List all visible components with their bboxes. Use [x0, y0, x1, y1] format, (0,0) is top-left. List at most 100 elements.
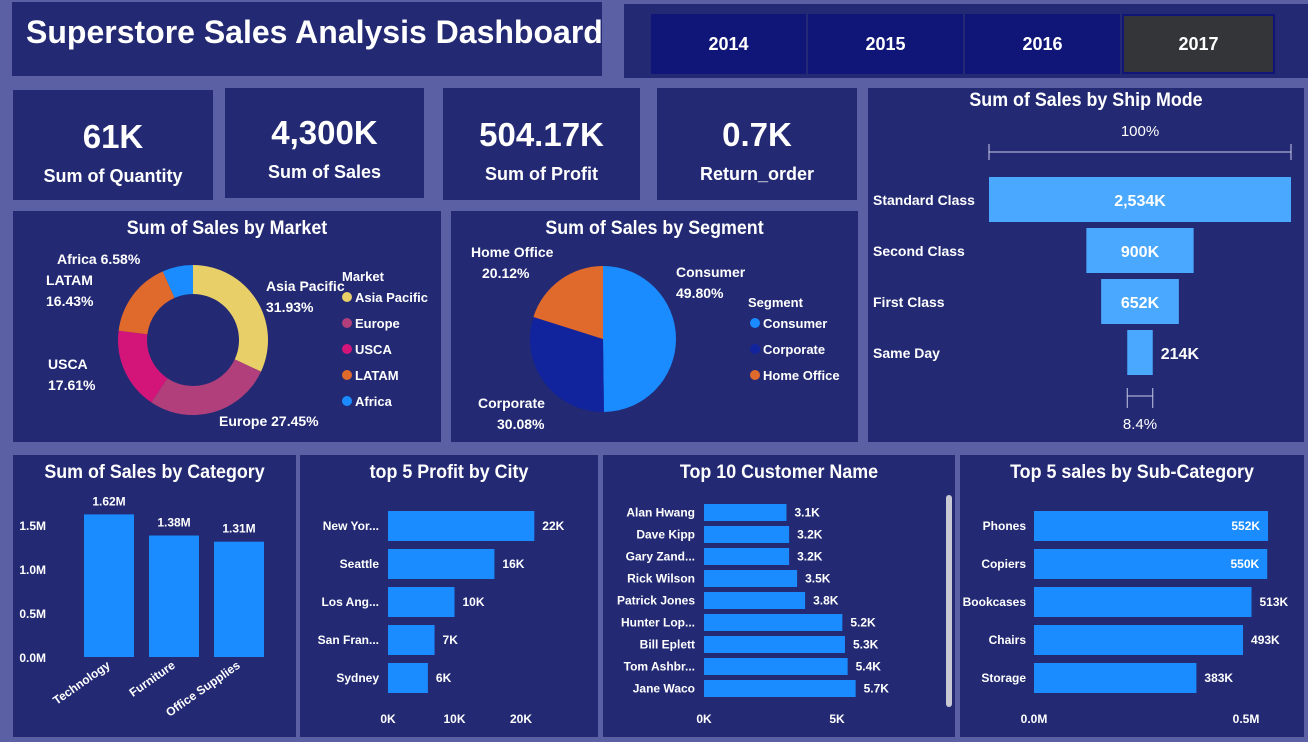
- x-tick-label: 10K: [443, 712, 465, 726]
- x-tick-label: 0.0M: [1021, 712, 1048, 726]
- year-button-2015[interactable]: 2015: [808, 14, 963, 74]
- legend-item: Asia Pacific: [355, 290, 428, 305]
- data-label: 49.80%: [676, 285, 724, 301]
- y-tick-label: 0.5M: [19, 607, 46, 621]
- value-label: 3.8K: [813, 594, 839, 608]
- data-label: Africa 6.58%: [57, 251, 141, 267]
- category-label: Storage: [981, 671, 1026, 685]
- x-tick-label: 0.5M: [1233, 712, 1260, 726]
- value-label: 5.4K: [856, 660, 882, 674]
- legend-swatch: [750, 370, 760, 380]
- category-label: Rick Wilson: [627, 572, 695, 586]
- value-label: 900K: [1121, 244, 1160, 261]
- legend-item: Africa: [355, 394, 393, 409]
- bar-7: [704, 636, 845, 653]
- legend-item: Home Office: [763, 368, 840, 383]
- data-label: 20.12%: [482, 265, 530, 281]
- value-label: 550K: [1231, 557, 1260, 571]
- customer-chart-panel: Top 10 Customer Name Alan Hwang 3.1K Dave …: [603, 455, 955, 737]
- kpi-value: 0.7K: [722, 116, 792, 153]
- value-label: 1.38M: [157, 516, 190, 530]
- value-label: 10K: [463, 595, 485, 609]
- bar-furniture: [149, 535, 199, 657]
- category-label: Los Ang...: [321, 595, 379, 609]
- value-label: 383K: [1204, 671, 1233, 685]
- y-tick-label: 1.5M: [19, 519, 46, 533]
- data-label: 30.08%: [497, 416, 545, 432]
- category-label: Bill Eplett: [640, 638, 695, 652]
- data-label: 16.43%: [46, 293, 94, 309]
- slice-latam: [118, 271, 175, 335]
- category-label: Bookcases: [963, 595, 1027, 609]
- legend-title: Segment: [748, 295, 804, 310]
- category-label: Alan Hwang: [626, 506, 695, 520]
- category-label: First Class: [873, 294, 945, 310]
- category-label: Chairs: [989, 633, 1027, 647]
- year-slicer: 2014 2015 2016 2017: [624, 4, 1308, 78]
- kpi-returns-card: 0.7K Return_order: [657, 88, 857, 200]
- value-label: 2,534K: [1114, 193, 1166, 210]
- data-label: 17.61%: [48, 377, 96, 393]
- legend-swatch: [342, 318, 352, 328]
- bar-1: [704, 504, 787, 521]
- legend-item: Consumer: [763, 316, 827, 331]
- value-label: 5.3K: [853, 638, 879, 652]
- kpi-value: 504.17K: [479, 116, 604, 153]
- bar-4: [704, 570, 798, 587]
- bar-office-supplies: [214, 541, 264, 657]
- shipmode-funnel-chart: 100% Standard Class 2,534K Second Class 900K…: [873, 123, 1292, 433]
- bar-6: [704, 614, 843, 631]
- category-label: Copiers: [981, 557, 1026, 571]
- value-label: 1.31M: [222, 522, 255, 536]
- subcategory-chart-panel: Top 5 sales by Sub-Category Phones 552K Co…: [960, 455, 1304, 737]
- segment-chart-panel: Sum of Sales by Segment Consumer 49.80% Co…: [451, 211, 858, 442]
- bar-3: [704, 548, 790, 565]
- legend-swatch: [342, 292, 352, 302]
- value-label: 3.2K: [797, 528, 823, 542]
- category-label: San Fran...: [318, 633, 379, 647]
- city-chart-panel: top 5 Profit by City New Yor... 22K Seattl…: [300, 455, 598, 737]
- value-label: 16K: [502, 557, 524, 571]
- bar-5: [388, 663, 428, 693]
- bar-1: [388, 511, 535, 541]
- category-label: Standard Class: [873, 192, 975, 208]
- y-tick-label: 0.0M: [19, 651, 46, 665]
- year-button-2017[interactable]: 2017: [1122, 14, 1275, 74]
- legend-swatch: [750, 318, 760, 328]
- legend-swatch: [750, 344, 760, 354]
- category-label: Patrick Jones: [617, 594, 695, 608]
- data-label: Home Office: [471, 244, 554, 260]
- bar-4: [1034, 625, 1244, 655]
- category-label: Gary Zand...: [626, 550, 695, 564]
- category-label: Same Day: [873, 345, 940, 361]
- kpi-value: 61K: [82, 118, 144, 155]
- kpi-label: Sum of Sales: [267, 162, 382, 182]
- value-label: 3.1K: [794, 506, 820, 520]
- category-label: Tom Ashbr...: [624, 660, 695, 674]
- category-label: Jane Waco: [633, 682, 695, 696]
- market-donut-chart: Asia Pacific 31.93% Europe 27.45% USCA 17.61…: [46, 251, 428, 429]
- data-label: Europe 27.45%: [219, 413, 319, 429]
- year-button-2014[interactable]: 2014: [651, 14, 806, 74]
- value-label: 652K: [1121, 295, 1160, 312]
- subcategory-bar-chart: Phones 552K Copiers 550K Bookcases 513K Chairs…: [963, 511, 1289, 726]
- year-button-2016[interactable]: 2016: [965, 14, 1120, 74]
- data-label: 31.93%: [266, 299, 314, 315]
- kpi-quantity-card: 61K Sum of Quantity: [13, 90, 213, 200]
- shipmode-chart-panel: Sum of Sales by Ship Mode 100% Standard C…: [868, 88, 1304, 442]
- x-tick-label: 0K: [380, 712, 396, 726]
- value-label: 493K: [1251, 633, 1280, 647]
- scrollbar[interactable]: [946, 495, 952, 707]
- value-label: 1.62M: [92, 494, 125, 508]
- kpi-sales-card: 4,300K Sum of Sales: [225, 88, 424, 198]
- kpi-value: 4,300K: [271, 114, 378, 151]
- bar-4: [388, 625, 435, 655]
- value-label: 6K: [436, 671, 452, 685]
- slice-consumer: [603, 266, 677, 412]
- category-label: Phones: [983, 519, 1027, 533]
- category-label: Hunter Lop...: [621, 616, 695, 630]
- legend-swatch: [342, 396, 352, 406]
- kpi-label: Sum of Profit: [485, 164, 598, 184]
- category-column-chart: 0.0M 0.5M 1.0M 1.5M 1.62M Technology 1.38M Furn…: [19, 494, 264, 720]
- x-tick-label: 5K: [829, 712, 845, 726]
